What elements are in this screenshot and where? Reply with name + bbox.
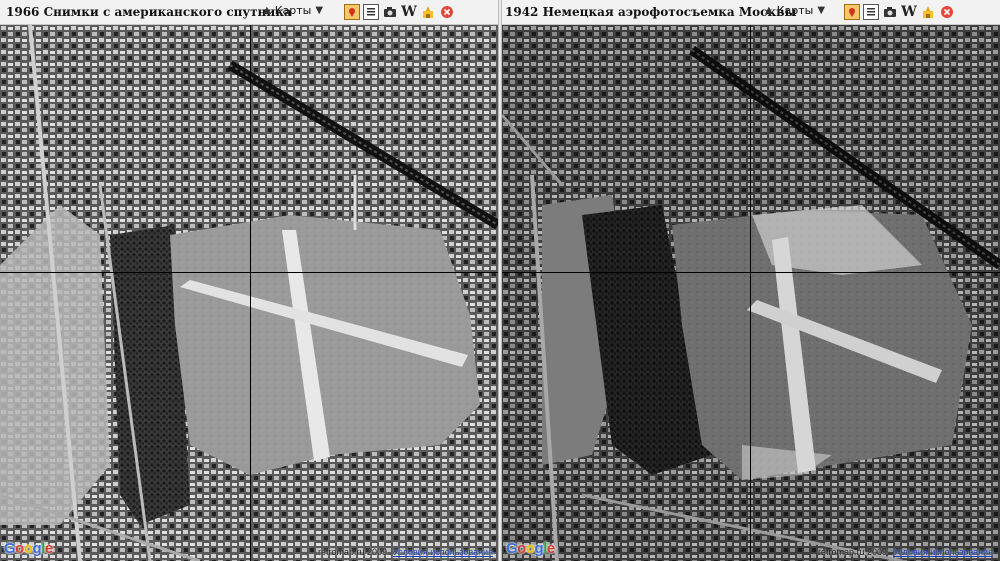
document-icon[interactable] [863,4,879,20]
maps-dropdown-label: Карты [776,4,814,17]
left-map-title: 1966 Снимки с американского спутника [6,5,292,19]
left-maps-dropdown[interactable]: ▲ Карты ▼ [263,4,323,17]
terms-of-use-link[interactable]: Условия использования [893,547,993,557]
wikipedia-icon[interactable]: W [401,4,417,20]
google-logo[interactable]: Google [506,540,555,557]
map-grid-line [750,25,751,561]
camera-icon[interactable] [382,4,398,20]
google-logo[interactable]: Google [4,540,53,557]
document-icon[interactable] [363,4,379,20]
right-aerial-map[interactable] [502,25,1000,561]
right-map-credit: retromap.ru 2009 Условия использования [818,547,993,557]
left-toolbar: 1966 Снимки с американского спутника ▲ К… [0,0,498,25]
caret-down-icon: ▼ [817,5,826,16]
right-map-title: 1942 Немецкая аэрофотосъемка Москвы [505,5,797,19]
credit-text: retromap.ru 2009 [318,547,388,557]
landmark-icon[interactable] [420,4,436,20]
terms-of-use-link[interactable]: Условия использования [393,547,493,557]
left-aerial-map[interactable] [0,25,498,561]
right-maps-dropdown[interactable]: ▲ Карты ▼ [765,4,825,17]
close-circle-icon[interactable] [939,4,955,20]
caret-down-icon: ▼ [315,5,324,16]
credit-text: retromap.ru 2009 [818,547,888,557]
right-toolbar: 1942 Немецкая аэрофотосъемка Москвы ▲ Ка… [502,0,1000,25]
camera-icon[interactable] [882,4,898,20]
close-circle-icon[interactable] [439,4,455,20]
landmark-icon[interactable] [920,4,936,20]
map-marker-icon[interactable] [844,4,860,20]
map-grid-line [250,25,251,561]
left-map-pane[interactable]: 1966 Снимки с американского спутника ▲ К… [0,0,498,561]
maps-dropdown-label: Карты [274,4,312,17]
map-grid-line [502,272,1000,273]
caret-up-icon: ▲ [765,5,773,16]
wikipedia-icon[interactable]: W [901,4,917,20]
map-marker-icon[interactable] [344,4,360,20]
right-map-pane[interactable]: 1942 Немецкая аэрофотосъемка Москвы ▲ Ка… [502,0,1000,561]
caret-up-icon: ▲ [263,5,271,16]
left-map-credit: retromap.ru 2009 Условия использования [318,547,493,557]
map-grid-line [0,272,498,273]
